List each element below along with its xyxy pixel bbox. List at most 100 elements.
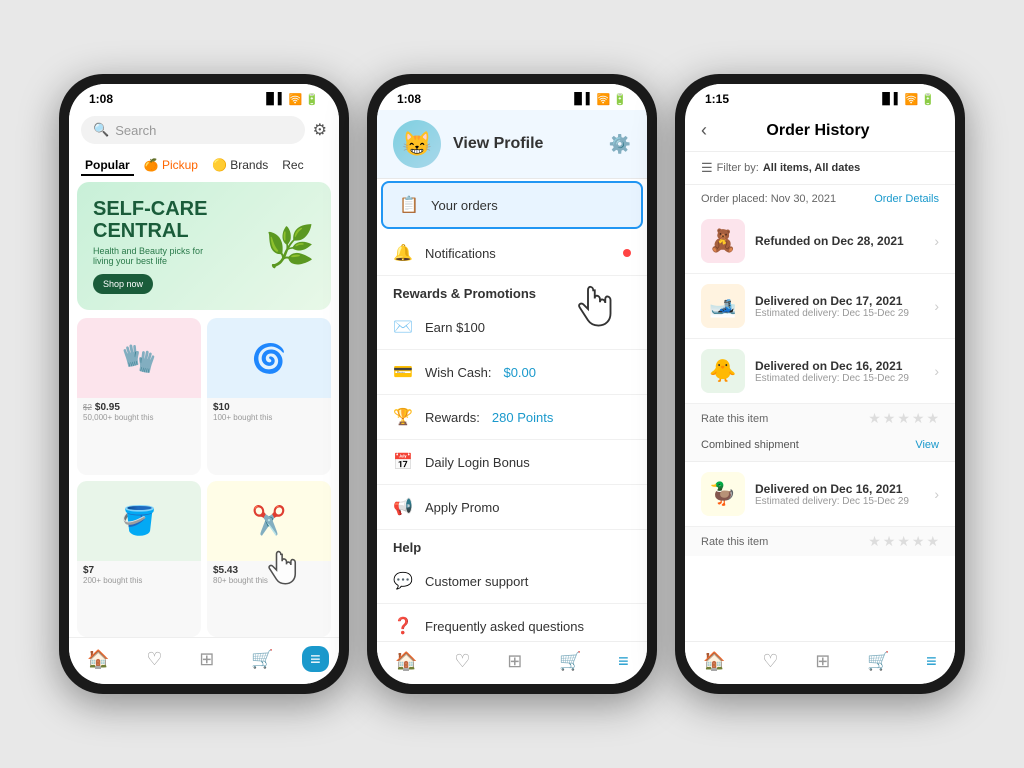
filter-icon-3: ☰: [701, 160, 713, 176]
star-1b[interactable]: ★: [883, 410, 896, 427]
wishcash-icon: 💳: [393, 362, 413, 382]
menu-item-earn[interactable]: ✉️ Earn $100: [377, 305, 647, 350]
orders-label: Your orders: [431, 198, 498, 213]
filter-row[interactable]: ☰ Filter by: All items, All dates: [685, 152, 955, 185]
star-2d[interactable]: ★: [912, 533, 925, 550]
nav-cart-1[interactable]: 🛒: [243, 648, 281, 670]
menu-icon-2: ≡: [618, 652, 629, 670]
earn-icon: ✉️: [393, 317, 413, 337]
signal-icon-3: ▐▌▌: [878, 93, 901, 105]
order-details-link-1[interactable]: Order Details: [874, 193, 939, 205]
star-2b[interactable]: ★: [883, 533, 896, 550]
view-profile-text[interactable]: View Profile: [453, 135, 543, 153]
cat-pickup[interactable]: 🍊 Pickup: [140, 156, 202, 176]
star-1e[interactable]: ★: [926, 410, 939, 427]
product-price-1: $2$0.95: [83, 402, 195, 413]
cat-brands[interactable]: 🟡 Brands: [208, 156, 272, 176]
combined-view-button[interactable]: View: [915, 439, 939, 451]
stars-1[interactable]: ★ ★ ★ ★ ★: [868, 410, 939, 427]
promo-label: Apply Promo: [425, 500, 499, 515]
order-info-2: Delivered on Dec 17, 2021 Estimated deli…: [755, 294, 924, 319]
menu-item-wishcash[interactable]: 💳 Wish Cash: $0.00: [377, 350, 647, 395]
order-row-dec16a[interactable]: 🐥 Delivered on Dec 16, 2021 Estimated de…: [685, 339, 955, 404]
time-3: 1:15: [705, 92, 729, 106]
nav-favorites-3[interactable]: ♡: [754, 650, 786, 672]
nav-grid-2[interactable]: ⊞: [499, 650, 530, 672]
star-2e[interactable]: ★: [926, 533, 939, 550]
star-2a[interactable]: ★: [868, 533, 881, 550]
menu-item-rewards[interactable]: 🏆 Rewards: 280 Points: [377, 395, 647, 440]
banner-title: SELF-CARECENTRAL: [93, 198, 207, 242]
product-card-3[interactable]: 🪣 $7 200+ bought this: [77, 481, 201, 638]
order-row-dec17[interactable]: 🎿 Delivered on Dec 17, 2021 Estimated de…: [685, 274, 955, 339]
filter-icon[interactable]: ⚙: [313, 120, 327, 140]
cart-icon-3: 🛒: [867, 652, 889, 670]
order-info-1: Refunded on Dec 28, 2021: [755, 234, 924, 248]
home-icon-2: 🏠: [395, 652, 417, 670]
stars-2[interactable]: ★ ★ ★ ★ ★: [868, 533, 939, 550]
wishcash-value: $0.00: [503, 365, 536, 380]
nav-grid-3[interactable]: ⊞: [807, 650, 838, 672]
order-row-dec16b[interactable]: 🦆 Delivered on Dec 16, 2021 Estimated de…: [685, 462, 955, 527]
nav-menu-3[interactable]: ≡: [918, 650, 945, 672]
product-sold-3: 200+ bought this: [83, 576, 195, 585]
status-icons-3: ▐▌▌ 🛜 🔋: [878, 93, 935, 106]
order-placed-date-1: Order placed: Nov 30, 2021: [701, 193, 836, 205]
order-row-refunded[interactable]: 🧸 Refunded on Dec 28, 2021 ›: [685, 209, 955, 274]
cart-icon-2: 🛒: [559, 652, 581, 670]
menu-item-daily-login[interactable]: 📅 Daily Login Bonus: [377, 440, 647, 485]
product-card-1[interactable]: 🧤 $2$0.95 50,000+ bought this: [77, 318, 201, 475]
nav-favorites-1[interactable]: ♡: [138, 648, 170, 670]
battery-icon: 🔋: [305, 93, 319, 106]
banner-subtitle: Health and Beauty picks forliving your b…: [93, 246, 207, 266]
menu-icon-1: ≡: [310, 650, 321, 668]
nav-menu-1[interactable]: ≡: [302, 646, 329, 672]
faq-icon: ❓: [393, 616, 413, 636]
nav-home-3[interactable]: 🏠: [695, 650, 733, 672]
cart-icon-1: 🛒: [251, 650, 273, 668]
orders-list: Order placed: Nov 30, 2021 Order Details…: [685, 185, 955, 641]
star-1a[interactable]: ★: [868, 410, 881, 427]
grid-icon-1: ⊞: [199, 650, 214, 668]
battery-icon-3: 🔋: [921, 93, 935, 106]
status-bar-1: 1:08 ▐▌▌ 🛜 🔋: [69, 84, 339, 110]
nav-cart-2[interactable]: 🛒: [551, 650, 589, 672]
star-2c[interactable]: ★: [897, 533, 910, 550]
notification-dot: [623, 249, 631, 257]
settings-gear-icon[interactable]: ⚙️: [609, 134, 631, 155]
notifications-label: Notifications: [425, 246, 496, 261]
support-label: Customer support: [425, 574, 528, 589]
product-img-2: 🌀: [207, 318, 331, 398]
search-input-container[interactable]: 🔍 Search: [81, 116, 305, 144]
chevron-right-4: ›: [934, 486, 939, 502]
product-card-4[interactable]: ✂️ $5.43 80+ bought this: [207, 481, 331, 638]
menu-item-notifications[interactable]: 🔔 Notifications: [377, 231, 647, 276]
status-icons-1: ▐▌▌ 🛜 🔋: [262, 93, 319, 106]
rate-label-1: Rate this item: [701, 413, 864, 425]
rate-row-2: Rate this item ★ ★ ★ ★ ★: [685, 527, 955, 556]
shop-now-button[interactable]: Shop now: [93, 274, 153, 294]
back-button[interactable]: ‹: [701, 120, 707, 141]
order-info-4: Delivered on Dec 16, 2021 Estimated deli…: [755, 482, 924, 507]
nav-home-2[interactable]: 🏠: [387, 650, 425, 672]
hero-banner: SELF-CARECENTRAL Health and Beauty picks…: [77, 182, 331, 310]
menu-item-support[interactable]: 💬 Customer support: [377, 559, 647, 604]
nav-favorites-2[interactable]: ♡: [446, 650, 478, 672]
nav-home-1[interactable]: 🏠: [79, 648, 117, 670]
star-1c[interactable]: ★: [897, 410, 910, 427]
bottom-nav-2: 🏠 ♡ ⊞ 🛒 ≡: [377, 641, 647, 684]
menu-item-promo[interactable]: 📢 Apply Promo: [377, 485, 647, 530]
cat-rec[interactable]: Rec: [278, 156, 307, 176]
wishcash-label: Wish Cash:: [425, 365, 491, 380]
nav-cart-3[interactable]: 🛒: [859, 650, 897, 672]
star-1d[interactable]: ★: [912, 410, 925, 427]
nav-grid-1[interactable]: ⊞: [191, 648, 222, 670]
menu-item-faq[interactable]: ❓ Frequently asked questions: [377, 604, 647, 641]
order-info-3: Delivered on Dec 16, 2021 Estimated deli…: [755, 359, 924, 384]
phone-2-profile: 1:08 ▐▌▌ 🛜 🔋 😸 View Profile ⚙️: [367, 74, 657, 694]
cat-popular[interactable]: Popular: [81, 156, 134, 176]
product-price-3: $7: [83, 565, 195, 576]
menu-item-orders[interactable]: 📋 Your orders: [381, 181, 643, 229]
nav-menu-2[interactable]: ≡: [610, 650, 637, 672]
product-card-2[interactable]: 🌀 $10 100+ bought this: [207, 318, 331, 475]
